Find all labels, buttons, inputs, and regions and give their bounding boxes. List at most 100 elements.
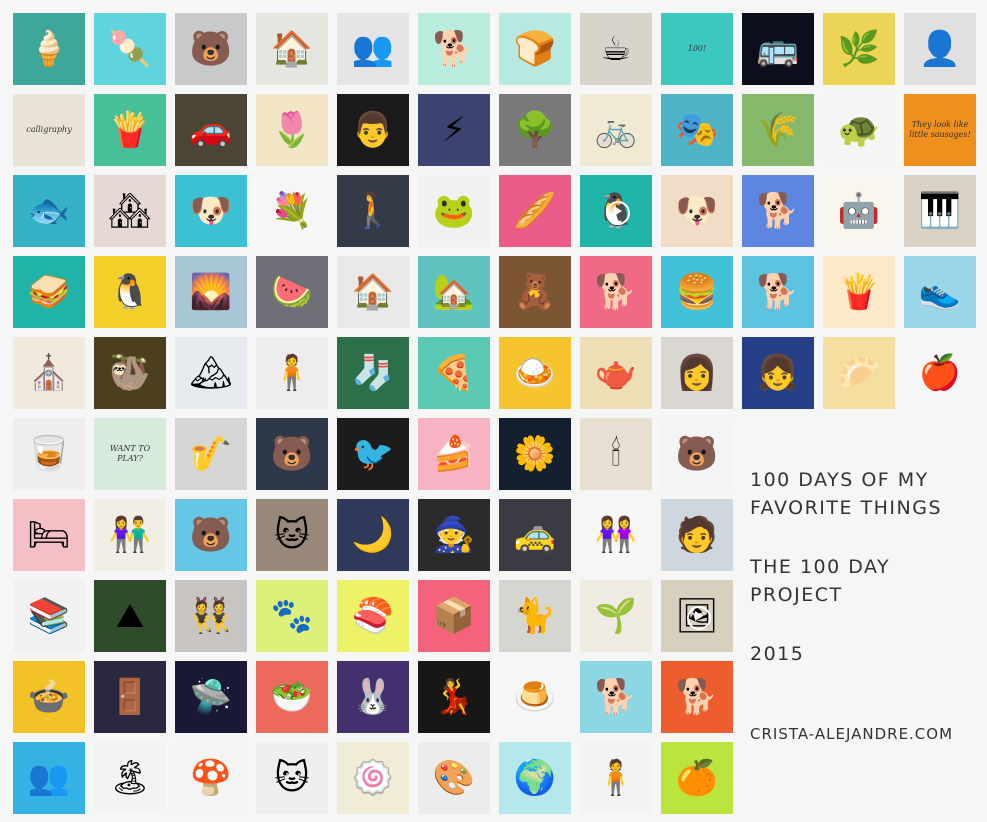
tile-watermelon[interactable]: 🍉 [256, 256, 328, 328]
tile-dark-figure[interactable]: 🧙 [418, 499, 490, 571]
tile-polar-bear[interactable]: 🐻 [175, 499, 247, 571]
tile-four-men[interactable]: 👥 [13, 742, 85, 814]
tile-man-face[interactable]: 👨 [337, 94, 409, 166]
tile-software-head[interactable]: 🧑 [661, 499, 733, 571]
tile-white-cube[interactable]: 📦 [418, 580, 490, 652]
tile-picture-frame[interactable]: 🖼 [661, 580, 733, 652]
tile-doge[interactable]: 🐕 [661, 661, 733, 733]
tile-two-women[interactable]: 👭 [580, 499, 652, 571]
tile-green-landscape[interactable]: 🌾 [742, 94, 814, 166]
tile-boy-standing[interactable]: 🧍 [256, 337, 328, 409]
tile-floating-house[interactable]: 🏠 [337, 256, 409, 328]
tile-fries-box[interactable]: 🍟 [823, 256, 895, 328]
tile-taiyaki[interactable]: 🐟 [13, 175, 85, 247]
tile-pink-dog-lamp[interactable]: 🐕 [418, 13, 490, 85]
tile-salad-plate[interactable]: 🥗 [256, 661, 328, 733]
tile-books-stack[interactable]: 📚 [13, 580, 85, 652]
tile-want-to-play-note[interactable]: WANT TO PLAY? [94, 418, 166, 490]
tile-purple-people[interactable]: 👯 [175, 580, 247, 652]
tile-bicycles[interactable]: 🚲 [580, 94, 652, 166]
tile-character-scene[interactable]: 🎭 [661, 94, 733, 166]
tile-cat-screen[interactable]: 🐱 [256, 742, 328, 814]
tile-cathedral[interactable]: ⛪ [13, 337, 85, 409]
tile-penguin-video[interactable]: 🐧 [580, 175, 652, 247]
tile-cat-basket[interactable]: 🐈 [499, 580, 571, 652]
tile-tea-jar[interactable]: 🫖 [580, 337, 652, 409]
tile-robot[interactable]: 🤖 [823, 175, 895, 247]
tile-sloth-bush[interactable]: 🦥 [94, 337, 166, 409]
tile-penguin-rooster[interactable]: 🐧 [94, 256, 166, 328]
tile-yellow-scene[interactable]: 🌿 [823, 13, 895, 85]
tile-fries-and-shake[interactable]: 🍟 [94, 94, 166, 166]
tile-pug[interactable]: 🐶 [661, 175, 733, 247]
tile-flying-birds[interactable]: 🐦 [337, 418, 409, 490]
tile-city-traffic[interactable]: 🚕 [499, 499, 571, 571]
tile-spaceship[interactable]: 🛸 [175, 661, 247, 733]
tile-dancer[interactable]: 💃 [418, 661, 490, 733]
tile-tiny-planet[interactable]: 🌍 [499, 742, 571, 814]
tile-red-buildings[interactable]: 🏘 [94, 175, 166, 247]
tile-lightning-storm[interactable]: ⚡ [418, 94, 490, 166]
tile-woman-child[interactable]: 👩 [661, 337, 733, 409]
tile-calligraphy[interactable]: calligraphy [13, 94, 85, 166]
tile-spotted-dog[interactable]: 🐕 [742, 256, 814, 328]
tile-paint-bottles[interactable]: 🎨 [418, 742, 490, 814]
tile-cake-slice[interactable]: 🍰 [418, 418, 490, 490]
tile-sushi-plate[interactable]: 🍣 [337, 580, 409, 652]
tile-candle[interactable]: 🕯 [580, 418, 652, 490]
tile-green-hills[interactable]: ⛰ [94, 580, 166, 652]
tile-burger[interactable]: 🍔 [661, 256, 733, 328]
tile-mushroom[interactable]: 🍄 [175, 742, 247, 814]
tile-totoro[interactable]: 🐾 [256, 580, 328, 652]
tile-room-corner[interactable]: 🛏 [13, 499, 85, 571]
tile-apple-core[interactable]: 🍎 [904, 337, 976, 409]
tile-old-car[interactable]: 🚗 [175, 94, 247, 166]
tile-sausages-sign[interactable]: They look like little sausages! [904, 94, 976, 166]
tile-flying-dog[interactable]: 🐶 [175, 175, 247, 247]
tile-night-sky[interactable]: 🌙 [337, 499, 409, 571]
tile-dark-silhouette[interactable]: 👤 [904, 13, 976, 85]
tile-bulbasaur[interactable]: 🐸 [418, 175, 490, 247]
tile-turtle-bunting[interactable]: 🐢 [823, 94, 895, 166]
tile-fence-field[interactable]: 🌄 [175, 256, 247, 328]
tile-island-block[interactable]: 🏝 [94, 742, 166, 814]
tile-purple-figures[interactable]: 👥 [337, 13, 409, 85]
tile-100-bubble-bird[interactable]: 100! [661, 13, 733, 85]
tile-cafe-interior[interactable]: ☕ [580, 13, 652, 85]
tile-man-standing[interactable]: 🧍 [580, 742, 652, 814]
tile-orange-flower[interactable]: 🌷 [256, 94, 328, 166]
tile-challah-bread[interactable]: 🥖 [499, 175, 571, 247]
tile-ice-cream-cone[interactable]: 🍦 [13, 13, 85, 85]
tile-pink-house[interactable]: 🏡 [418, 256, 490, 328]
tile-sandwich-eggs[interactable]: 🥪 [13, 256, 85, 328]
website-link[interactable]: CRISTA-ALEJANDRE.COM [750, 720, 953, 748]
tile-two-faces[interactable]: 👫 [94, 499, 166, 571]
tile-bear-standing[interactable]: 🐻 [175, 13, 247, 85]
tile-kitchen-room[interactable]: 🏠 [256, 13, 328, 85]
tile-teddy-sofa[interactable]: 🧸 [499, 256, 571, 328]
tile-popsicle[interactable]: 🍡 [94, 13, 166, 85]
tile-toast-slice[interactable]: 🍞 [499, 13, 571, 85]
tile-keyboard-synth[interactable]: 🎹 [904, 175, 976, 247]
tile-legs[interactable]: 👟 [904, 256, 976, 328]
tile-bunny-ghost[interactable]: 🐰 [337, 661, 409, 733]
tile-dog-head[interactable]: 🐕 [742, 175, 814, 247]
tile-dark-room[interactable]: 🚪 [94, 661, 166, 733]
tile-ice-mountain[interactable]: 🏔 [175, 337, 247, 409]
tile-whiskey-bottle[interactable]: 🥃 [13, 418, 85, 490]
tile-oranges[interactable]: 🍊 [661, 742, 733, 814]
tile-socks[interactable]: 🧦 [337, 337, 409, 409]
tile-corgi-harness[interactable]: 🐕 [580, 661, 652, 733]
tile-dim-sum[interactable]: 🥟 [823, 337, 895, 409]
tile-corgi-face[interactable]: 🐕 [580, 256, 652, 328]
tile-saxophone[interactable]: 🎷 [175, 418, 247, 490]
tile-blue-flowers[interactable]: 💐 [256, 175, 328, 247]
tile-bear-night[interactable]: 🐻 [256, 418, 328, 490]
tile-gray-room[interactable]: 🌳 [499, 94, 571, 166]
tile-grass-bowl[interactable]: 🌱 [580, 580, 652, 652]
tile-curry-dish[interactable]: 🍛 [499, 337, 571, 409]
tile-snowdrop-flower[interactable]: 🌼 [499, 418, 571, 490]
tile-food-bowl[interactable]: 🍲 [13, 661, 85, 733]
tile-pudding-glass[interactable]: 🍮 [499, 661, 571, 733]
tile-pizza-slice[interactable]: 🍕 [418, 337, 490, 409]
